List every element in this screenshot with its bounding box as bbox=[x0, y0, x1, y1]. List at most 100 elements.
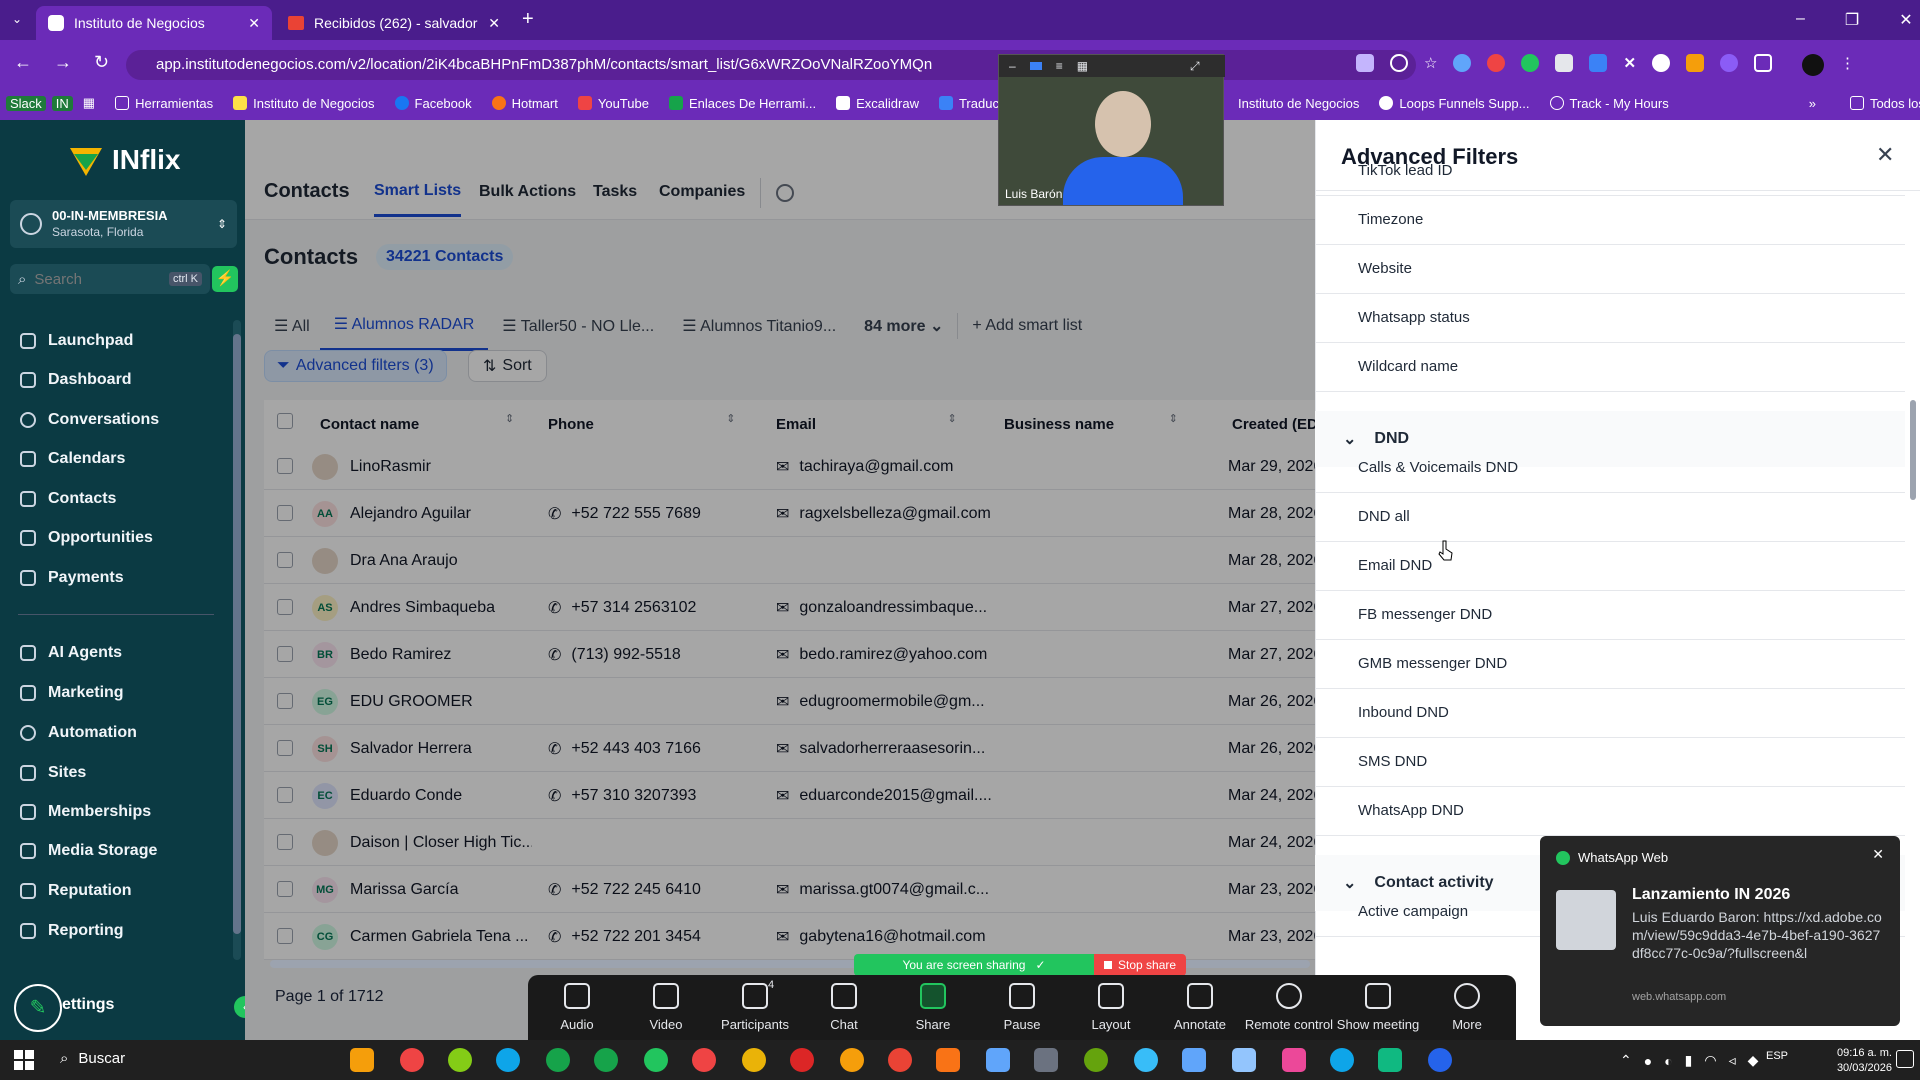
quick-action-bolt-icon[interactable]: ⚡ bbox=[212, 266, 238, 292]
reload-icon[interactable]: ↻ bbox=[94, 52, 109, 73]
zoom-share-button[interactable]: Share bbox=[888, 981, 978, 1032]
extension-icon[interactable] bbox=[1652, 54, 1671, 72]
minimize-icon[interactable]: – bbox=[1796, 10, 1805, 30]
sidebar-item-dashboard[interactable]: Dashboard bbox=[20, 368, 132, 392]
filter-field-item[interactable]: Inbound DND bbox=[1358, 688, 1918, 737]
sidebar-item-media-storage[interactable]: Media Storage bbox=[20, 839, 157, 863]
sidebar-item-launchpad[interactable]: Launchpad bbox=[20, 329, 133, 353]
sidebar-item-calendars[interactable]: Calendars bbox=[20, 447, 125, 471]
extension-icon[interactable] bbox=[1521, 54, 1540, 72]
gallery-view-icon[interactable]: ▦ bbox=[1077, 59, 1088, 73]
calculator-icon[interactable] bbox=[1034, 1048, 1058, 1072]
zoom-participants-button[interactable]: 4 Participants bbox=[710, 979, 800, 1032]
window-close-icon[interactable]: ✕ bbox=[1899, 10, 1912, 30]
app-icon[interactable] bbox=[1134, 1048, 1158, 1072]
extension-icon[interactable] bbox=[1589, 54, 1608, 72]
app-icon[interactable] bbox=[986, 1048, 1010, 1072]
zoom-app-icon[interactable] bbox=[1428, 1048, 1452, 1072]
zoom-audio-button[interactable]: Audio bbox=[532, 981, 622, 1032]
extension-icon[interactable] bbox=[1555, 54, 1574, 72]
language-indicator[interactable]: ESP bbox=[1766, 1050, 1788, 1062]
sidebar-item-reporting[interactable]: Reporting bbox=[20, 919, 124, 943]
bookmark-herramientas[interactable]: Herramientas bbox=[105, 96, 223, 111]
zoom-video-button[interactable]: Video bbox=[621, 981, 711, 1032]
browser-menu-icon[interactable]: ⋮ bbox=[1840, 54, 1855, 76]
new-tab-icon[interactable]: + bbox=[522, 8, 534, 31]
zoom-layout-button[interactable]: Layout bbox=[1066, 981, 1156, 1032]
bookmark-excalidraw[interactable]: Excalidraw bbox=[826, 96, 929, 111]
bookmark-star-icon[interactable]: ☆ bbox=[1424, 54, 1437, 76]
tray-chevron-icon[interactable]: ⌃ bbox=[1620, 1052, 1632, 1069]
filter-field-item[interactable]: SMS DND bbox=[1358, 737, 1918, 786]
telegram-icon[interactable] bbox=[496, 1048, 520, 1072]
all-bookmarks[interactable]: Todos los favoritos bbox=[1840, 96, 1920, 111]
filter-field-item[interactable]: GMB messenger DND bbox=[1358, 639, 1918, 688]
forward-icon[interactable]: → bbox=[54, 52, 72, 73]
app-icon[interactable] bbox=[1378, 1048, 1402, 1072]
extension-icon[interactable] bbox=[1686, 54, 1705, 72]
filter-field-item[interactable]: Website bbox=[1358, 244, 1918, 293]
bookmark-track[interactable]: Track - My Hours bbox=[1540, 96, 1679, 111]
zoom-pause-button[interactable]: Pause bbox=[977, 981, 1067, 1032]
browser-tab-gmail[interactable]: Recibidos (262) - salvadorporta ✕ bbox=[276, 6, 512, 40]
app-icon[interactable] bbox=[1182, 1048, 1206, 1072]
annotate-pen-icon[interactable]: ✎ bbox=[14, 984, 62, 1032]
app-icon[interactable] bbox=[1330, 1048, 1354, 1072]
list-view-icon[interactable]: ≡ bbox=[1056, 59, 1063, 73]
filter-field-item[interactable]: Whatsapp status bbox=[1358, 293, 1918, 342]
filter-field-item[interactable]: Wildcard name bbox=[1358, 342, 1918, 391]
zoom-icon[interactable] bbox=[1390, 54, 1408, 72]
extension-icon[interactable] bbox=[1453, 54, 1472, 72]
firefox-icon[interactable] bbox=[400, 1048, 424, 1072]
sidebar-item-reputation[interactable]: Reputation bbox=[20, 879, 132, 903]
tray-app-icon[interactable]: ◐ bbox=[1664, 1053, 1672, 1069]
filter-field-item[interactable]: Calls & Voicemails DND bbox=[1358, 443, 1918, 492]
app-icon[interactable] bbox=[1232, 1048, 1256, 1072]
minimize-video-icon[interactable]: – bbox=[1009, 59, 1016, 73]
chrome-canary-icon[interactable] bbox=[448, 1048, 472, 1072]
bookmark-instituto-2[interactable]: Instituto de Negocios bbox=[1228, 96, 1369, 111]
chrome-icon[interactable] bbox=[692, 1048, 716, 1072]
maximize-icon[interactable]: ❐ bbox=[1845, 10, 1859, 30]
x-extension-icon[interactable]: ✕ bbox=[1623, 54, 1636, 76]
chrome-icon[interactable] bbox=[742, 1048, 766, 1072]
filter-field-item[interactable]: FB messenger DND bbox=[1358, 590, 1918, 639]
stop-share-button[interactable]: Stop share bbox=[1094, 954, 1187, 976]
zoom-self-video[interactable]: – ≡ ▦ ⤢ Luis Barón bbox=[998, 54, 1225, 206]
bookmark-slack[interactable]: Slack bbox=[6, 95, 46, 111]
wifi-icon[interactable]: ◠ bbox=[1704, 1052, 1716, 1069]
tab-search-icon[interactable]: ⌄ bbox=[12, 12, 28, 28]
zoom-more-button[interactable]: More bbox=[1422, 981, 1512, 1032]
filter-field-item[interactable]: TikTok lead ID bbox=[1358, 146, 1918, 195]
chrome-icon[interactable] bbox=[840, 1048, 864, 1072]
close-tab-icon[interactable]: ✕ bbox=[488, 15, 500, 32]
taskbar-search[interactable]: ⌕ Buscar bbox=[60, 1050, 125, 1067]
file-explorer-icon[interactable] bbox=[350, 1048, 374, 1072]
battery-icon[interactable]: ▮ bbox=[1685, 1052, 1693, 1069]
sidebar-scrollbar[interactable] bbox=[233, 320, 241, 960]
sidebar-search[interactable]: ⌕ ctrl K bbox=[10, 264, 210, 294]
windows-start-icon[interactable] bbox=[14, 1050, 34, 1070]
bookmark-loops[interactable]: Loops Funnels Supp... bbox=[1369, 96, 1539, 111]
zoom-show-meeting-button[interactable]: Show meeting bbox=[1333, 981, 1423, 1032]
account-switcher[interactable]: 00-IN-MEMBRESIA Sarasota, Florida ⇕ bbox=[10, 200, 237, 248]
sidebar-item-automation[interactable]: Automation bbox=[20, 721, 137, 745]
notifications-icon[interactable] bbox=[1896, 1050, 1914, 1068]
profile-avatar[interactable] bbox=[1802, 54, 1825, 76]
chrome-icon[interactable] bbox=[644, 1048, 668, 1072]
sidebar-item-conversations[interactable]: Conversations bbox=[20, 408, 159, 432]
chrome-icon[interactable] bbox=[790, 1048, 814, 1072]
sidebar-item-opportunities[interactable]: Opportunities bbox=[20, 526, 153, 550]
bookmark-enlaces[interactable]: Enlaces De Herrami... bbox=[659, 96, 826, 111]
app-icon[interactable] bbox=[1282, 1048, 1306, 1072]
sidebar-item-marketing[interactable]: Marketing bbox=[20, 681, 124, 705]
sidebar-item-payments[interactable]: Payments bbox=[20, 566, 124, 590]
modal-backdrop[interactable] bbox=[245, 120, 1315, 1040]
tray-app-icon[interactable]: ◆ bbox=[1748, 1052, 1759, 1069]
zoom-annotate-button[interactable]: Annotate bbox=[1155, 981, 1245, 1032]
sidebar-item-contacts[interactable]: Contacts bbox=[20, 487, 116, 511]
sidebar-item-settings[interactable]: ettings bbox=[62, 996, 114, 1014]
zoom-remote-control-button[interactable]: Remote control bbox=[1244, 981, 1334, 1032]
extension-icon[interactable] bbox=[1487, 54, 1506, 72]
whatsapp-taskbar-icon[interactable] bbox=[546, 1048, 570, 1072]
